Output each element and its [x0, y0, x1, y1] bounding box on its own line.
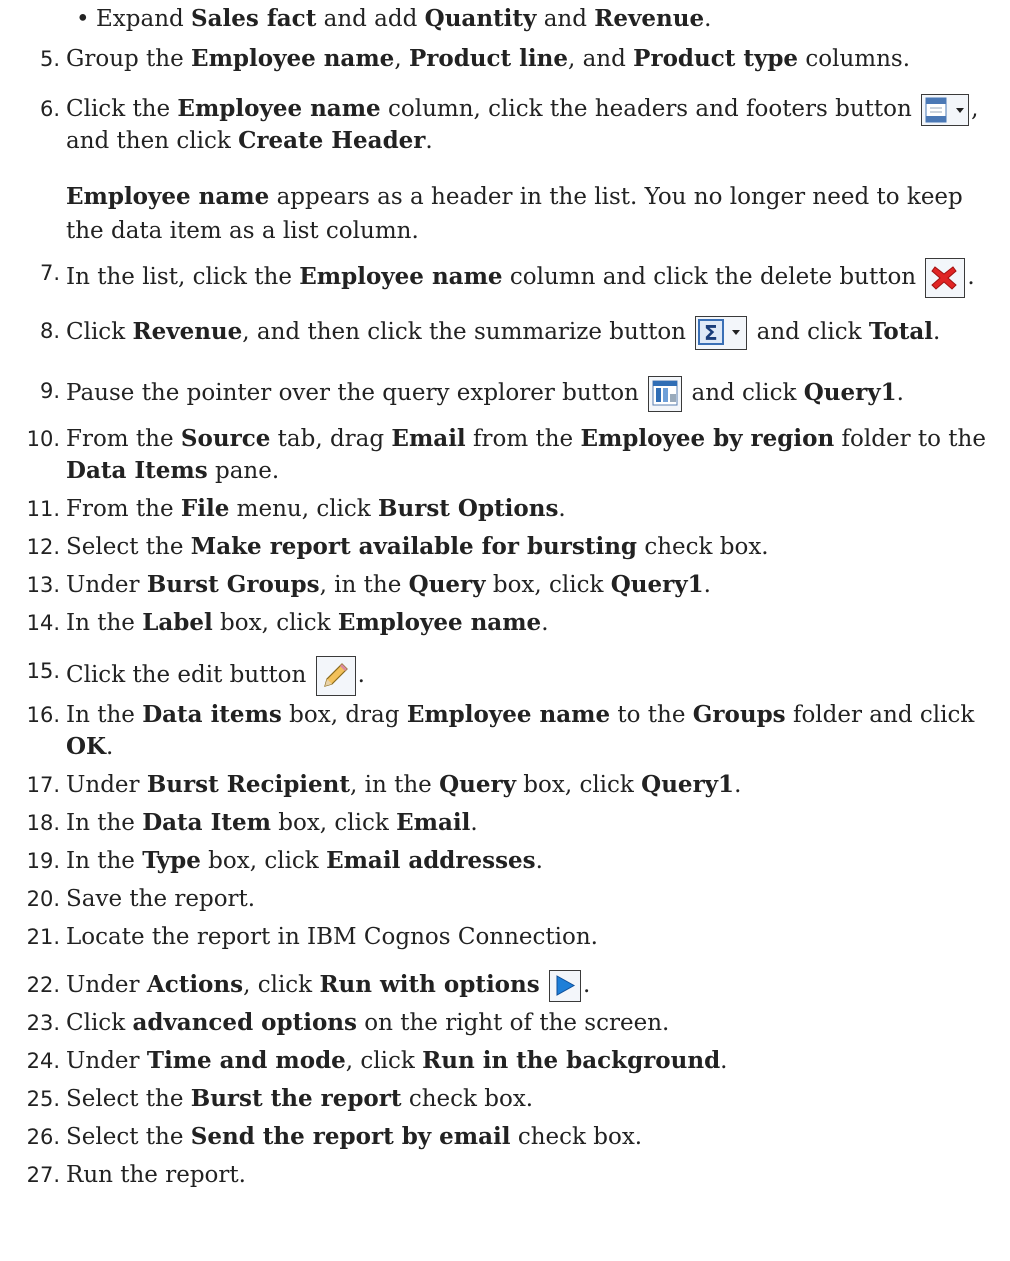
step-text: OK.: [66, 733, 114, 760]
step-number: 26.: [26, 1125, 60, 1149]
step-text: In the list, click the Employee name col…: [66, 258, 975, 298]
step-number: 27.: [26, 1163, 60, 1187]
step-text: Save the report.: [66, 886, 256, 912]
edit-icon: [315, 656, 356, 696]
step-text: Run the report.: [66, 1162, 246, 1188]
step-number: 16.: [26, 703, 60, 727]
step-text: Data Items pane.: [66, 457, 280, 484]
summarize-icon: Σ: [695, 316, 748, 350]
step-number: 10.: [26, 427, 60, 451]
step-number: 22.: [26, 973, 60, 997]
step-number: 13.: [26, 573, 60, 597]
step-text: In the Type box, click Email addresses.: [66, 847, 543, 874]
step-text: In the Data items box, drag Employee nam…: [66, 701, 975, 728]
bullet-marker: •: [76, 6, 90, 32]
step-number: 25.: [26, 1087, 60, 1111]
step-text: Group the Employee name, Product line, a…: [66, 45, 911, 72]
step-number: 23.: [26, 1011, 60, 1035]
step-number: 19.: [26, 849, 60, 873]
step-number: 5.: [39, 47, 60, 71]
step-number: 12.: [26, 535, 60, 559]
step-text: From the Source tab, drag Email from the…: [66, 425, 986, 452]
step-text: From the File menu, click Burst Options.: [66, 495, 566, 522]
step-text: In the Label box, click Employee name.: [66, 609, 549, 636]
step-text: Pause the pointer over the query explore…: [66, 376, 904, 412]
step-text: Locate the report in IBM Cognos Connecti…: [66, 924, 598, 950]
step-number: 21.: [26, 925, 60, 949]
step-text: Under Burst Recipient, in the Query box,…: [66, 771, 742, 798]
step-text: Click the edit button .: [66, 656, 365, 696]
step-number: 15.: [26, 659, 60, 683]
svg-text:Σ: Σ: [704, 321, 718, 345]
run-icon: [549, 970, 582, 1002]
header-footer-icon: [921, 94, 970, 126]
step-number: 14.: [26, 611, 60, 635]
step-number: 18.: [26, 811, 60, 835]
step-text: Click advanced options on the right of t…: [66, 1009, 670, 1036]
step-text: and then click Create Header.: [66, 127, 433, 154]
step-number: 6.: [39, 97, 60, 121]
step-text: Select the Make report available for bur…: [66, 533, 769, 560]
step-text: Under Burst Groups, in the Query box, cl…: [66, 571, 711, 598]
step-number: 20.: [26, 887, 60, 911]
instructions-page: • Expand Sales fact and add Quantity and …: [0, 0, 1010, 1261]
query-explorer-icon: [648, 376, 683, 412]
step-text: Expand Sales fact and add Quantity and R…: [96, 5, 712, 32]
step-number: 8.: [39, 319, 60, 343]
step-number: 7.: [39, 261, 60, 285]
step-text: In the Data Item box, click Email.: [66, 809, 478, 836]
step-number: 9.: [39, 379, 60, 403]
step-number: 11.: [26, 497, 60, 521]
step-text: Under Actions, click Run with options .: [66, 970, 590, 1002]
step-text: Select the Send the report by email chec…: [66, 1123, 643, 1150]
delete-icon: [925, 258, 966, 298]
step-number: 17.: [26, 773, 60, 797]
step-text: Under Time and mode, click Run in the ba…: [66, 1047, 728, 1074]
step-number: 24.: [26, 1049, 60, 1073]
note-text: Employee name appears as a header in the…: [66, 183, 963, 244]
step-text: Select the Burst the report check box.: [66, 1085, 534, 1112]
step-text: Click the Employee name column, click th…: [66, 94, 978, 126]
step-text: Click Revenue, and then click the summar…: [66, 316, 940, 350]
